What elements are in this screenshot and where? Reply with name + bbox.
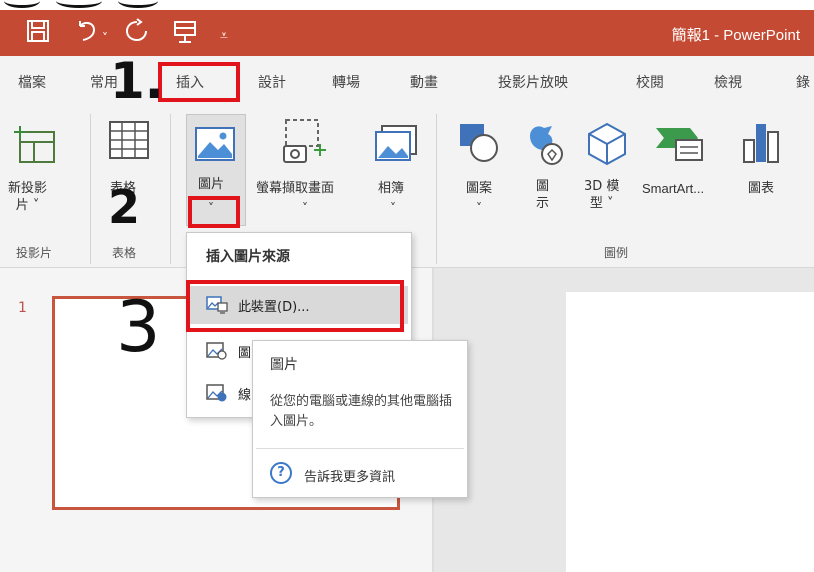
- undo-dropdown-icon[interactable]: ˅: [102, 24, 108, 52]
- menu-item-label: 線: [238, 388, 252, 403]
- chart-label[interactable]: 圖表: [748, 180, 774, 197]
- tab-view[interactable]: 檢視: [714, 72, 742, 92]
- online-image-icon: [206, 383, 228, 403]
- album-dropdown-caret[interactable]: ˅: [390, 200, 396, 217]
- annotation-box-this-device: [186, 280, 404, 332]
- step-number-3: 3: [116, 286, 161, 368]
- tell-me-more-link[interactable]: 告訴我更多資訊: [304, 466, 395, 485]
- screenshot-icon[interactable]: [282, 118, 328, 170]
- annotation-box-pictures-caret: [188, 196, 240, 228]
- annotation-box-insert-tab: [158, 62, 240, 102]
- shapes-dropdown-caret[interactable]: ˅: [476, 200, 482, 217]
- tab-transitions[interactable]: 轉場: [332, 72, 360, 92]
- customize-icon[interactable]: ⩡: [220, 22, 228, 50]
- tooltip-divider: [256, 448, 464, 449]
- new-slide-caret: 片 ˅: [15, 198, 40, 213]
- present-icon[interactable]: [172, 18, 198, 52]
- group-label-slides: 投影片: [16, 246, 53, 260]
- table-icon[interactable]: [108, 120, 150, 164]
- icons-label: 圖: [536, 179, 550, 194]
- tooltip-title: 圖片: [270, 357, 298, 373]
- top-handwriting-strip: [0, 0, 814, 10]
- shapes-icon[interactable]: [458, 122, 502, 168]
- new-slide-icon[interactable]: [14, 124, 58, 168]
- undo-icon[interactable]: [74, 18, 100, 52]
- step-number-1: 1.: [110, 52, 164, 110]
- smartart-icon[interactable]: [654, 124, 704, 168]
- help-icon[interactable]: ?: [270, 462, 292, 484]
- tab-animations[interactable]: 動畫: [410, 72, 438, 92]
- pictures-icon: [194, 126, 236, 166]
- menu-item-label: 圖: [238, 346, 252, 361]
- document-title: 簡報1 - PowerPoint: [671, 27, 800, 44]
- stock-image-icon: [206, 341, 228, 361]
- photo-album-icon[interactable]: [374, 124, 418, 166]
- tab-file[interactable]: 檔案: [18, 72, 46, 92]
- new-slide-button[interactable]: 新投影 片 ˅: [8, 180, 47, 214]
- tab-record[interactable]: 錄: [796, 72, 810, 92]
- group-label-illustrations: 圖例: [604, 246, 629, 260]
- 3d-models-label: 3D 模: [584, 179, 620, 194]
- title-bar: ˅ ⩡ 簡報1 - PowerPoint: [0, 10, 814, 56]
- smartart-label[interactable]: SmartArt...: [642, 180, 704, 197]
- 3d-models-caret: 型 ˅: [589, 196, 614, 211]
- new-slide-label: 新投影: [8, 181, 48, 196]
- handwriting-mark: [56, 0, 102, 8]
- handwriting-mark: [118, 0, 158, 8]
- shapes-label[interactable]: 圖案: [466, 180, 492, 197]
- redo-icon[interactable]: [124, 18, 150, 52]
- ribbon-divider: [170, 114, 171, 264]
- screenshot-dropdown-caret[interactable]: ˅: [302, 200, 308, 217]
- ribbon-divider: [90, 114, 91, 264]
- icons-button[interactable]: 圖 示: [536, 178, 549, 212]
- album-label[interactable]: 相簿: [378, 180, 404, 197]
- save-icon[interactable]: [26, 18, 50, 52]
- slide-number: 1: [18, 300, 27, 316]
- handwriting-mark: [4, 0, 40, 8]
- tooltip-description: 從您的電腦或連線的其他電腦插入圖片。: [270, 394, 453, 429]
- 3d-models-icon[interactable]: [586, 122, 628, 170]
- icons-label-2: 示: [536, 196, 550, 211]
- menu-header: 插入圖片來源: [206, 249, 290, 265]
- 3d-models-button[interactable]: 3D 模 型 ˅: [584, 178, 619, 212]
- chart-icon[interactable]: [742, 120, 782, 168]
- tab-slideshow[interactable]: 投影片放映: [498, 72, 568, 92]
- slide-canvas[interactable]: [566, 292, 814, 572]
- group-label-tables: 表格: [112, 246, 137, 260]
- icons-icon[interactable]: [522, 122, 568, 170]
- pictures-label: 圖片: [198, 177, 225, 192]
- tab-review[interactable]: 校閱: [636, 72, 664, 92]
- step-number-2: 2: [108, 180, 141, 234]
- tab-design[interactable]: 設計: [258, 72, 286, 92]
- ribbon-divider: [436, 114, 437, 264]
- screenshot-label[interactable]: 螢幕擷取畫面: [256, 180, 334, 197]
